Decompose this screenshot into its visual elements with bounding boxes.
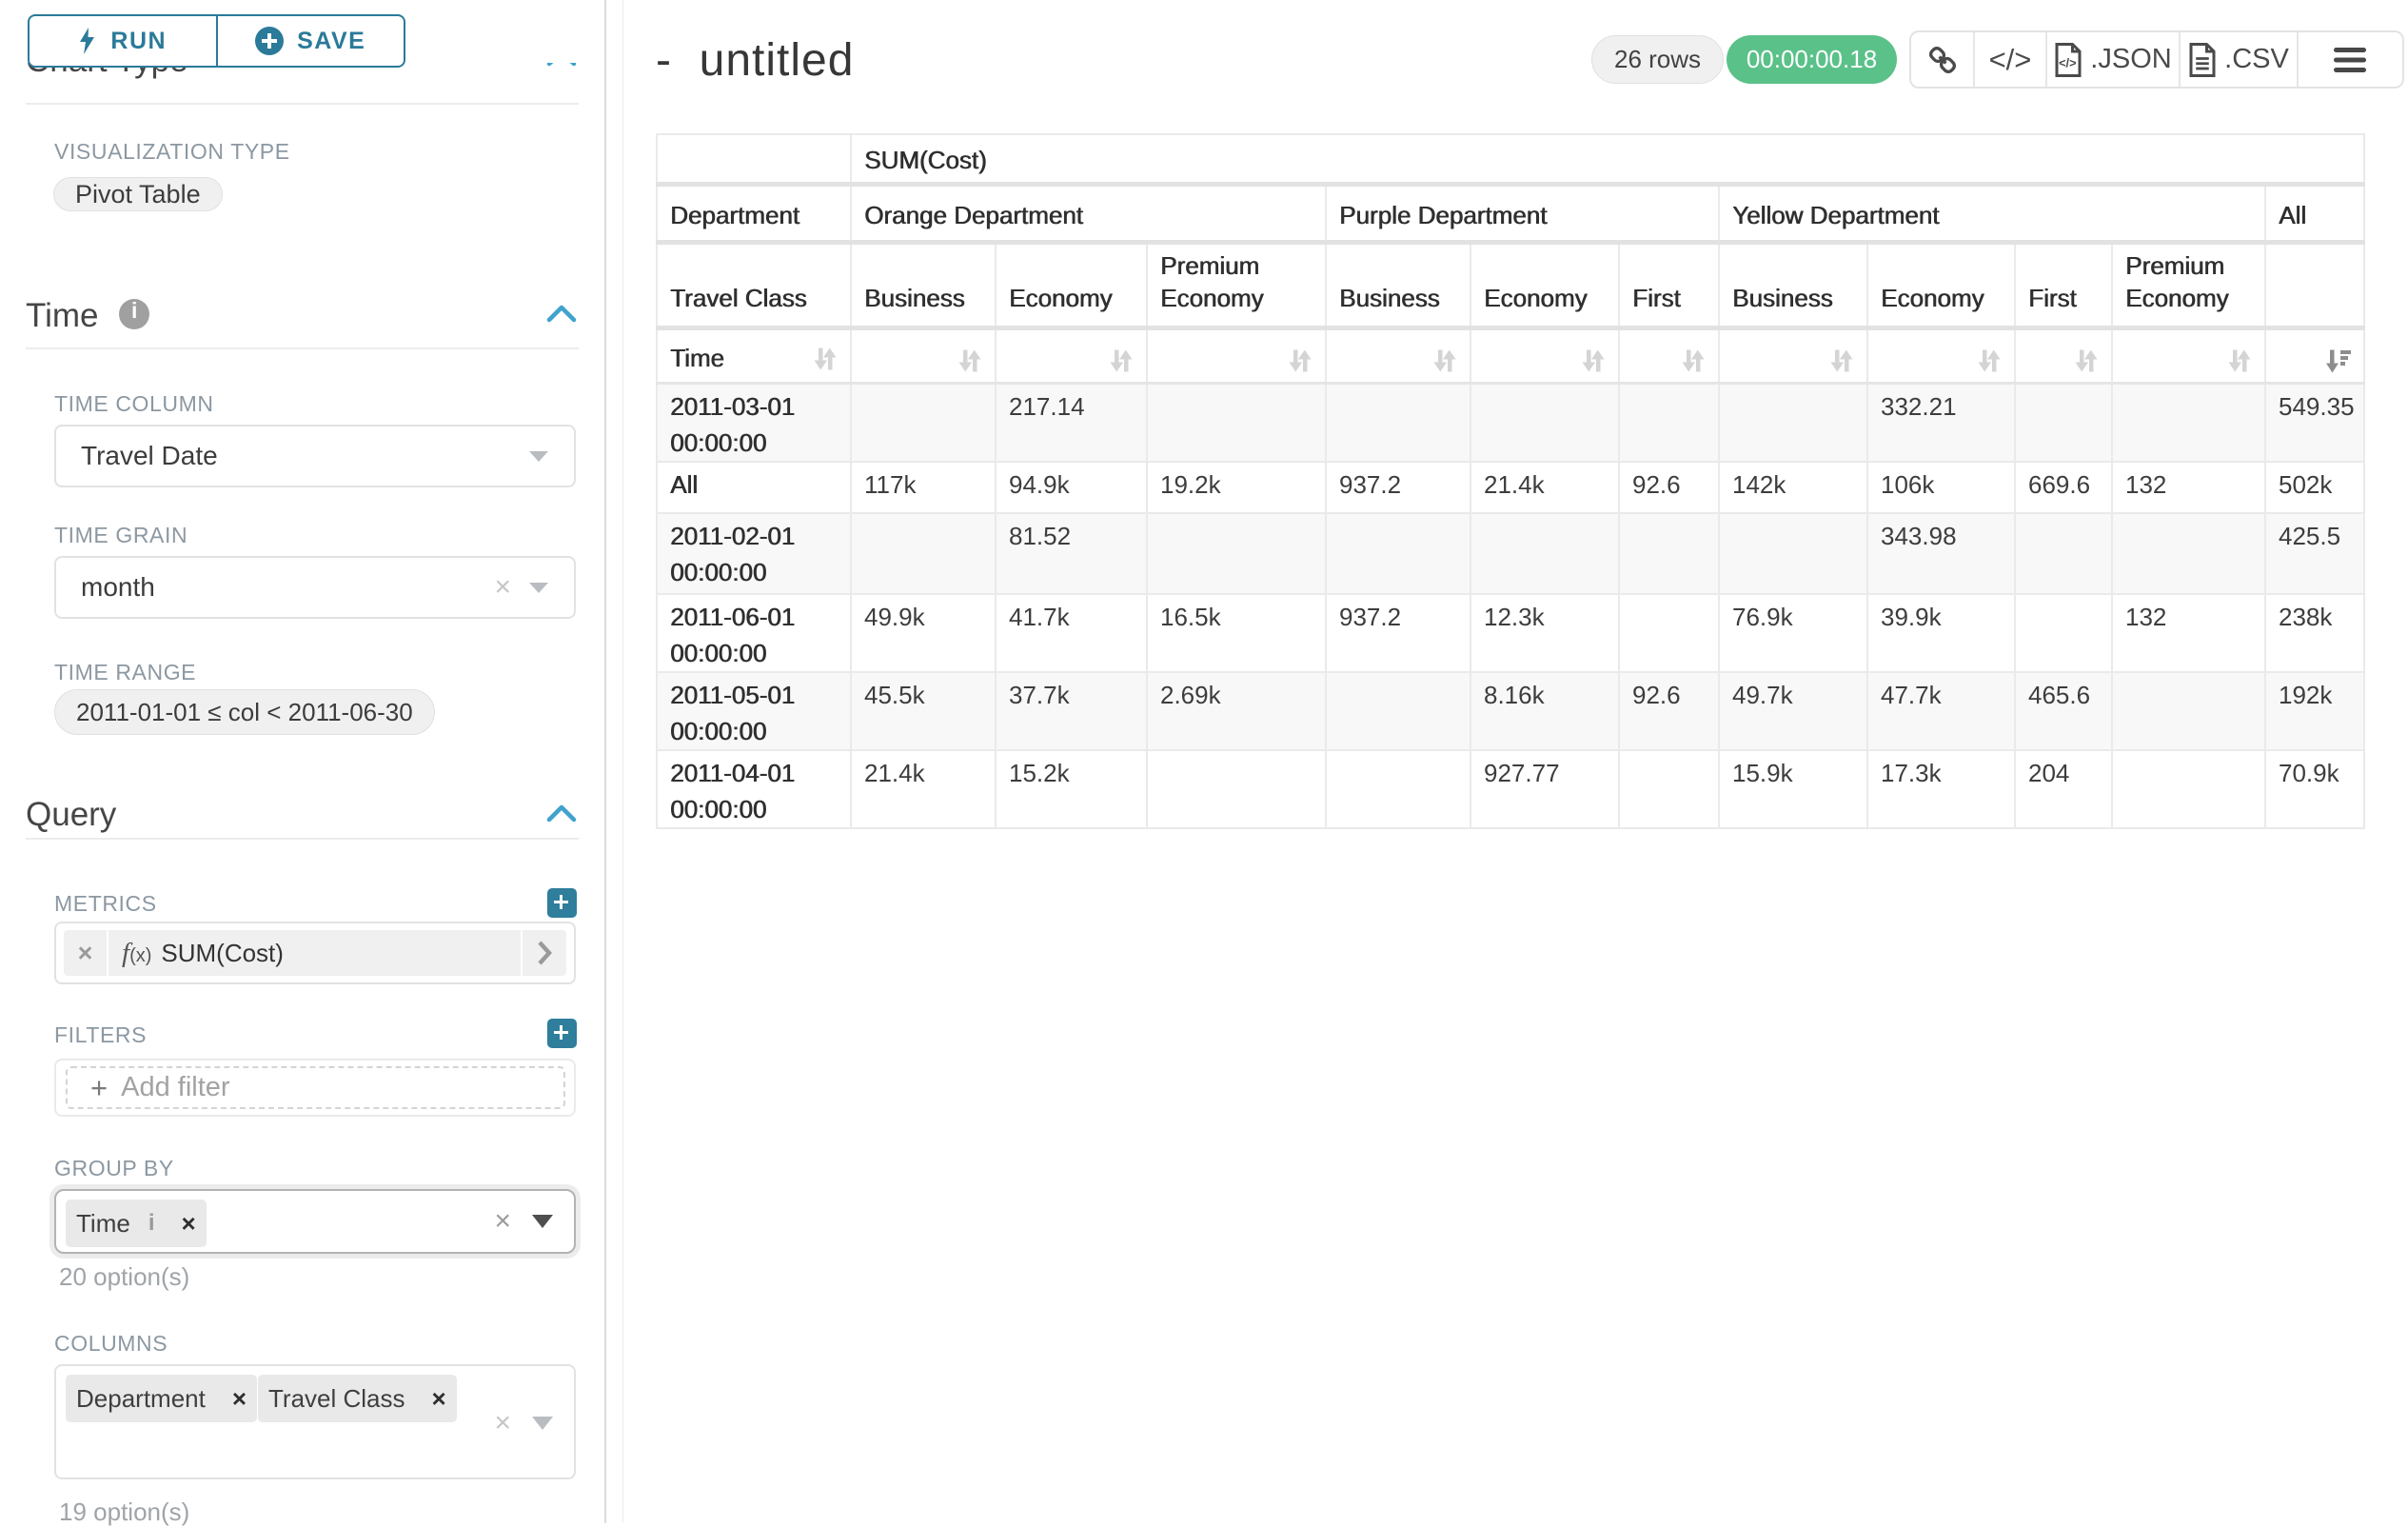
svg-text:</>: </>: [2059, 55, 2076, 69]
